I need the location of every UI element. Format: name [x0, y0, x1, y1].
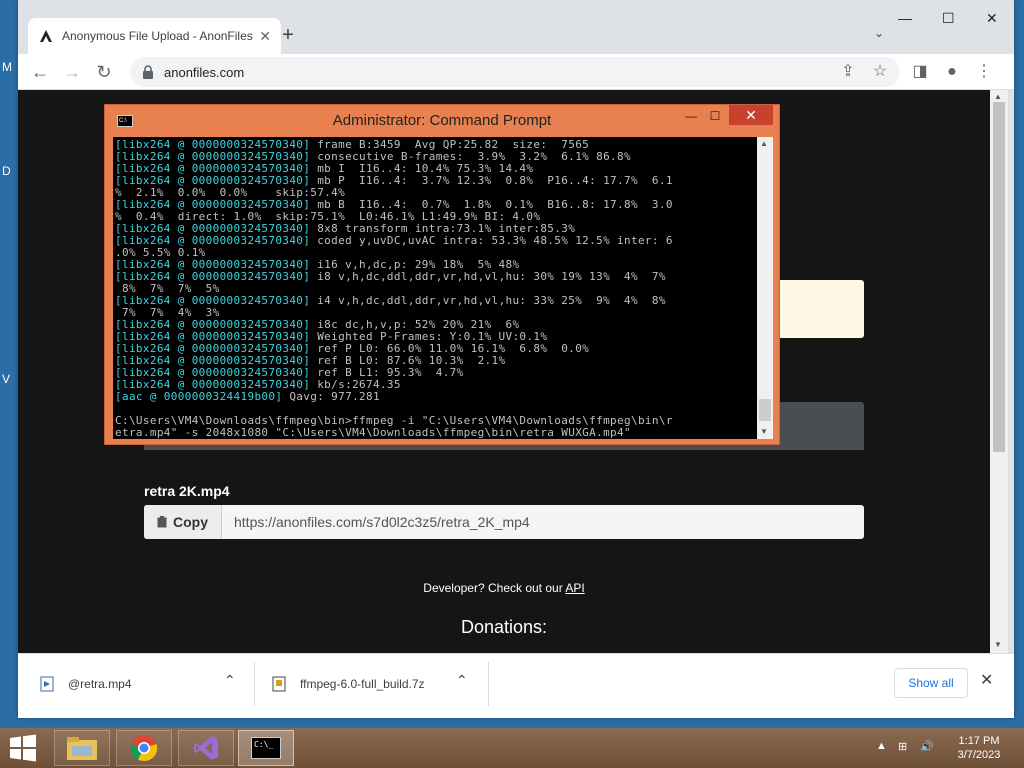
download-item-name: @retra.mp4	[68, 677, 132, 691]
download-item[interactable]: ffmpeg-6.0-full_build.7z	[272, 670, 425, 698]
share-link-field[interactable]: https://anonfiles.com/s7d0l2c3z5/retra_2…	[222, 505, 864, 539]
chevron-up-icon[interactable]: ⌃	[224, 672, 236, 689]
cmd-title: Administrator: Command Prompt	[332, 112, 552, 129]
console-output[interactable]: [libx264 @ 0000000324570340] frame B:345…	[113, 137, 757, 439]
archive-file-icon	[272, 676, 286, 692]
menu-kebab-icon[interactable]: ⋮	[972, 60, 996, 84]
copy-button[interactable]: Copy	[144, 505, 222, 539]
scroll-up-arrow-icon[interactable]: ▲	[760, 139, 768, 148]
console-line-text: coded y,uvDC,uvAC intra: 53.3% 48.5% 12.…	[310, 234, 673, 247]
uploaded-file-name: retra 2K.mp4	[144, 483, 230, 499]
console-line: [aac @ 0000000324419b00] Qavg: 977.281	[115, 391, 755, 403]
share-link-row: Copy https://anonfiles.com/s7d0l2c3z5/re…	[144, 505, 864, 539]
cmd-close-button[interactable]: ✕	[729, 105, 773, 125]
tab-title: Anonymous File Upload - AnonFiles	[62, 29, 253, 43]
volume-icon[interactable]: 🔊	[920, 740, 934, 753]
tray-overflow-arrow-icon[interactable]: ▲	[876, 740, 887, 752]
console-line-text: Qavg: 977.281	[282, 390, 380, 403]
clock-date: 3/7/2023	[957, 749, 1001, 761]
scrollbar-thumb[interactable]	[993, 102, 1005, 452]
bookmark-star-icon[interactable]: ☆	[868, 60, 892, 84]
downloads-bar: @retra.mp4 ⌃ ffmpeg-6.0-full_build.7z ⌃ …	[18, 653, 1014, 718]
back-arrow-icon[interactable]: ←	[28, 60, 52, 84]
taskbar-file-explorer[interactable]	[54, 730, 110, 766]
windows-start-icon[interactable]	[8, 734, 38, 762]
browser-tab[interactable]: Anonymous File Upload - AnonFiles ✕	[28, 18, 281, 54]
browser-toolbar: ← → ↻ anonfiles.com ⇪ ☆ ◨ ● ⋮	[18, 54, 1014, 90]
reload-icon[interactable]: ↻	[92, 60, 116, 84]
chrome-icon	[130, 735, 158, 762]
command-prompt-window[interactable]: C:\ Administrator: Command Prompt — ☐ ✕ …	[104, 104, 780, 445]
cmd-minimize-button[interactable]: —	[679, 107, 703, 127]
desktop-icon-label: V	[2, 372, 11, 386]
developer-text: Developer? Check out our	[423, 581, 566, 595]
scroll-down-arrow-icon[interactable]: ▼	[994, 640, 1002, 649]
close-window-button[interactable]: ✕	[986, 10, 998, 27]
download-item[interactable]: @retra.mp4	[40, 670, 132, 698]
cmd-scrollbar[interactable]: ▲ ▼	[757, 137, 773, 439]
cmd-titlebar[interactable]: C:\ Administrator: Command Prompt — ☐ ✕	[105, 105, 779, 135]
taskbar-clock[interactable]: 1:17 PM 3/7/2023	[946, 734, 1012, 762]
console-line: [libx264 @ 0000000324570340] coded y,uvD…	[115, 235, 755, 247]
video-file-icon	[40, 676, 54, 692]
scroll-up-arrow-icon[interactable]: ▲	[994, 92, 1002, 101]
tab-search-chevron-icon[interactable]: ⌄	[874, 26, 884, 40]
address-bar[interactable]: anonfiles.com	[130, 57, 900, 87]
maximize-button[interactable]: ☐	[942, 10, 955, 27]
page-scrollbar[interactable]: ▲ ▼	[990, 90, 1008, 653]
address-url: anonfiles.com	[164, 64, 245, 80]
scrollbar-thumb[interactable]	[759, 399, 771, 421]
folder-icon	[67, 737, 97, 760]
download-item-name: ffmpeg-6.0-full_build.7z	[300, 677, 425, 691]
clock-time: 1:17 PM	[958, 735, 1000, 747]
taskbar: C:\_ ▲ ⊞ 🔊 1:17 PM 3/7/2023	[0, 728, 1024, 768]
taskbar-command-prompt[interactable]: C:\_	[238, 730, 294, 766]
anonfiles-favicon-icon	[40, 30, 52, 42]
console-line-text: i4 v,h,dc,ddl,ddr,vr,hd,vl,hu: 33% 25% 9…	[310, 294, 666, 307]
copy-button-label: Copy	[173, 514, 208, 530]
console-line: etra.mp4" -s 2048x1080 "C:\Users\VM4\Dow…	[115, 427, 755, 439]
developer-line: Developer? Check out our API	[18, 581, 990, 595]
download-separator	[254, 662, 255, 706]
scroll-down-arrow-icon[interactable]: ▼	[760, 427, 768, 436]
upload-alert-box	[778, 280, 864, 338]
network-icon[interactable]: ⊞	[898, 740, 907, 753]
side-panel-icon[interactable]: ◨	[908, 60, 932, 84]
taskbar-visual-studio[interactable]	[178, 730, 234, 766]
desktop-icon-label: M	[2, 60, 12, 74]
visual-studio-icon	[194, 736, 218, 760]
minimize-button[interactable]: —	[898, 10, 912, 26]
close-downloads-icon[interactable]: ✕	[980, 670, 993, 690]
forward-arrow-icon[interactable]: →	[60, 60, 84, 84]
donations-heading: Donations:	[460, 617, 548, 637]
lock-icon	[143, 65, 153, 79]
new-tab-button[interactable]: +	[276, 24, 300, 48]
download-separator	[488, 662, 489, 706]
cmd-maximize-button[interactable]: ☐	[703, 107, 727, 127]
profile-avatar-icon[interactable]: ●	[940, 60, 964, 84]
taskbar-chrome[interactable]	[116, 730, 172, 766]
show-all-button[interactable]: Show all	[894, 668, 968, 698]
browser-titlebar: Anonymous File Upload - AnonFiles ✕ + ⌄ …	[18, 0, 1014, 54]
console-line-text: i8 v,h,dc,ddl,ddr,vr,hd,vl,hu: 30% 19% 1…	[310, 270, 666, 283]
share-icon[interactable]: ⇪	[836, 60, 860, 84]
console-line-text: mb P I16..4: 3.7% 12.3% 0.8% P16..4: 17.…	[310, 174, 673, 187]
clipboard-icon	[157, 516, 167, 528]
api-link[interactable]: API	[565, 581, 584, 595]
desktop-icon-label: D	[2, 164, 11, 178]
console-line-tag: [aac @ 0000000324419b00]	[115, 390, 283, 403]
tab-close-icon[interactable]: ✕	[259, 28, 271, 45]
chevron-up-icon[interactable]: ⌃	[456, 672, 468, 689]
console-line-text: etra.mp4" -s 2048x1080 "C:\Users\VM4\Dow…	[115, 426, 631, 439]
cmd-taskbar-icon: C:\_	[251, 737, 281, 759]
